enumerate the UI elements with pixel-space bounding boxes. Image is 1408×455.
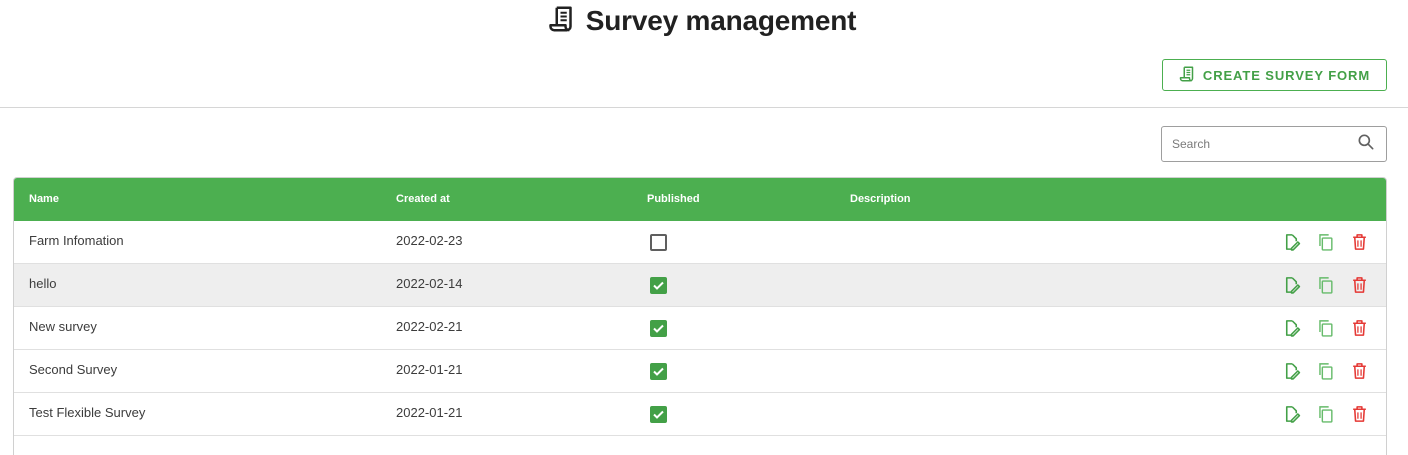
delete-icon <box>1350 232 1369 252</box>
published-checkbox[interactable] <box>650 363 667 380</box>
column-header-description[interactable]: Description <box>850 178 911 221</box>
delete-icon <box>1350 361 1369 381</box>
edit-button[interactable] <box>1282 318 1301 338</box>
row-actions <box>1282 318 1369 338</box>
row-actions <box>1282 232 1369 252</box>
edit-icon <box>1282 318 1301 338</box>
copy-icon <box>1316 318 1335 338</box>
delete-button[interactable] <box>1350 275 1369 295</box>
survey-table: Name Created at Published Description Fa… <box>13 177 1387 455</box>
created-at: 2022-02-23 <box>396 233 463 248</box>
search-icon[interactable] <box>1356 132 1376 157</box>
published-checkbox[interactable] <box>650 277 667 294</box>
table-header: Name Created at Published Description <box>14 178 1386 221</box>
checkbox-unchecked-icon <box>650 234 667 251</box>
delete-button[interactable] <box>1350 404 1369 424</box>
survey-name: Farm Infomation <box>29 233 124 248</box>
edit-button[interactable] <box>1282 232 1301 252</box>
table-row[interactable]: Farm Infomation 2022-02-23 <box>14 221 1386 264</box>
delete-button[interactable] <box>1350 318 1369 338</box>
row-actions <box>1282 404 1369 424</box>
column-header-created-at[interactable]: Created at <box>396 178 450 221</box>
published-checkbox[interactable] <box>650 406 667 423</box>
survey-name: hello <box>29 276 57 291</box>
page-header: Survey management <box>0 0 1408 42</box>
checkbox-checked-icon <box>650 320 667 337</box>
copy-button[interactable] <box>1316 318 1335 338</box>
copy-icon <box>1316 361 1335 381</box>
edit-icon <box>1282 404 1301 424</box>
table-row[interactable]: Second Survey 2022-01-21 <box>14 350 1386 393</box>
published-checkbox[interactable] <box>650 320 667 337</box>
row-actions <box>1282 275 1369 295</box>
create-survey-form-button[interactable]: CREATE SURVEY FORM <box>1162 59 1387 91</box>
created-at: 2022-02-14 <box>396 276 463 291</box>
copy-icon <box>1316 275 1335 295</box>
search-input[interactable] <box>1172 137 1356 151</box>
column-header-name[interactable]: Name <box>29 178 59 221</box>
delete-icon <box>1350 404 1369 424</box>
edit-button[interactable] <box>1282 361 1301 381</box>
title-group: Survey management <box>548 4 857 39</box>
survey-name: Test Flexible Survey <box>29 405 146 420</box>
survey-name: New survey <box>29 319 97 334</box>
published-checkbox[interactable] <box>650 234 667 251</box>
edit-button[interactable] <box>1282 404 1301 424</box>
row-actions <box>1282 361 1369 381</box>
survey-name: Second Survey <box>29 362 118 377</box>
header-divider <box>0 107 1408 108</box>
edit-icon <box>1282 275 1301 295</box>
copy-button[interactable] <box>1316 404 1335 424</box>
copy-button[interactable] <box>1316 275 1335 295</box>
edit-icon <box>1282 361 1301 381</box>
create-survey-form-label: CREATE SURVEY FORM <box>1202 67 1371 83</box>
created-at: 2022-02-21 <box>396 319 463 334</box>
copy-icon <box>1316 404 1335 424</box>
copy-button[interactable] <box>1316 361 1335 381</box>
checkbox-checked-icon <box>650 406 667 423</box>
edit-icon <box>1282 232 1301 252</box>
delete-icon <box>1350 318 1369 338</box>
delete-button[interactable] <box>1350 232 1369 252</box>
copy-button[interactable] <box>1316 232 1335 252</box>
column-header-published[interactable]: Published <box>647 178 700 221</box>
survey-document-icon <box>1179 65 1197 86</box>
survey-document-icon <box>548 4 578 39</box>
edit-button[interactable] <box>1282 275 1301 295</box>
copy-icon <box>1316 232 1335 252</box>
delete-icon <box>1350 275 1369 295</box>
checkbox-checked-icon <box>650 363 667 380</box>
search-box[interactable] <box>1161 126 1387 162</box>
table-row[interactable]: Test Flexible Survey 2022-01-21 <box>14 393 1386 436</box>
table-body: Farm Infomation 2022-02-23 hello 2022-02-14… <box>14 221 1386 436</box>
page-title: Survey management <box>585 5 857 36</box>
created-at: 2022-01-21 <box>396 362 463 377</box>
checkbox-checked-icon <box>650 277 667 294</box>
created-at: 2022-01-21 <box>396 405 463 420</box>
delete-button[interactable] <box>1350 361 1369 381</box>
table-row[interactable]: hello 2022-02-14 <box>14 264 1386 307</box>
table-row[interactable]: New survey 2022-02-21 <box>14 307 1386 350</box>
